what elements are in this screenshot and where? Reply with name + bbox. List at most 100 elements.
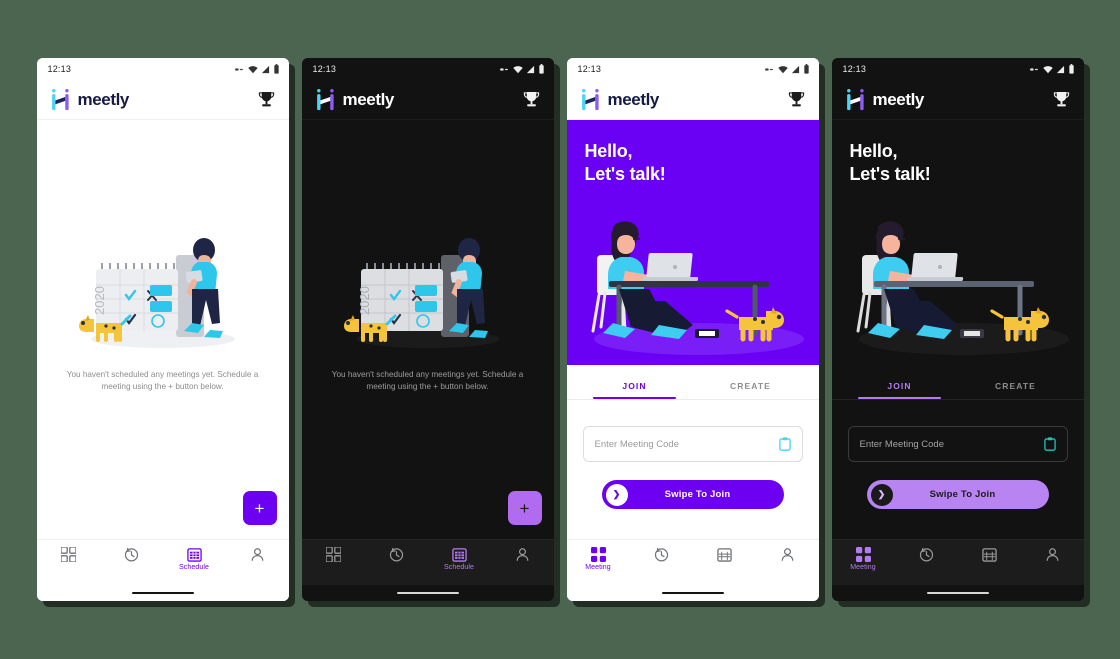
grid-icon xyxy=(325,547,341,562)
battery-icon xyxy=(273,64,279,74)
empty-state: 2020 You haven't scheduled any meetings … xyxy=(37,120,289,539)
nav-item-apps[interactable] xyxy=(309,547,357,562)
gesture-bar xyxy=(36,585,289,601)
nav-item-meeting[interactable]: Meeting xyxy=(574,547,622,571)
status-clock: 12:13 xyxy=(312,64,337,74)
meeting-code-placeholder: Enter Meeting Code xyxy=(594,438,680,450)
brand-name: meetly xyxy=(77,89,130,109)
status-icons xyxy=(765,64,809,74)
bottom-navigation: Meeting xyxy=(831,539,1084,585)
signal-icon xyxy=(1056,65,1065,73)
battery-icon xyxy=(538,64,544,74)
signal-icon xyxy=(261,65,270,73)
status-clock: 12:13 xyxy=(577,64,602,74)
chevron-right-icon[interactable]: ❯ xyxy=(605,483,628,506)
nav-item-schedule[interactable] xyxy=(965,547,1013,562)
tab-join[interactable]: JOIN xyxy=(842,381,958,399)
calendar-illustration: 2020 xyxy=(78,237,235,348)
status-clock: 12:13 xyxy=(842,64,867,74)
nav-item-history[interactable] xyxy=(637,547,685,562)
grid-icon xyxy=(855,547,871,562)
screen-content: Hello, Let's talk! JOIN CREATE Enter Mee… xyxy=(566,120,819,539)
desk-illustration xyxy=(591,221,804,355)
add-meeting-fab[interactable]: + xyxy=(242,491,277,525)
gesture-bar xyxy=(831,585,1084,601)
desk-illustration xyxy=(856,221,1069,355)
clipboard-icon[interactable] xyxy=(778,437,791,451)
calendar-icon xyxy=(981,548,997,562)
phone-screen-meeting-dark: 12:13 meetly Hello, Let's talk! JOIN CRE… xyxy=(831,58,1084,601)
trophy-icon[interactable] xyxy=(523,91,540,109)
nav-item-history[interactable] xyxy=(372,547,420,562)
brand-name: meetly xyxy=(342,89,395,109)
status-icons xyxy=(235,64,279,74)
nav-item-profile[interactable] xyxy=(763,547,811,562)
phone-screen-schedule-light: light 12:13 meetly xyxy=(36,58,289,601)
clipboard-icon[interactable] xyxy=(1043,437,1056,451)
bottom-navigation: Meeting xyxy=(566,539,819,585)
calendar-icon xyxy=(186,548,202,562)
trophy-icon[interactable] xyxy=(1053,91,1070,109)
nav-item-meeting[interactable]: Meeting xyxy=(839,547,887,571)
phone-screen-meeting-light: 12:13 meetly Hello, Let's talk! JOIN CRE… xyxy=(566,58,819,601)
history-icon xyxy=(389,547,403,562)
history-icon xyxy=(124,547,138,562)
nav-item-schedule[interactable]: Schedule xyxy=(435,547,483,571)
status-bar: 12:13 xyxy=(301,58,554,80)
nav-label-meeting: Meeting xyxy=(850,564,876,571)
app-bar: meetly xyxy=(831,80,1084,120)
nav-label-schedule: Schedule xyxy=(179,564,209,571)
svg-text:2020: 2020 xyxy=(357,286,372,315)
nav-item-profile[interactable] xyxy=(233,547,281,562)
wifi-icon xyxy=(512,65,523,73)
screen-content: Hello, Let's talk! JOIN CREATE Enter Mee… xyxy=(831,120,1084,539)
tab-join[interactable]: JOIN xyxy=(577,381,693,399)
hero-banner: Hello, Let's talk! xyxy=(566,120,819,365)
app-bar: meetly xyxy=(566,80,819,120)
tabs-divider xyxy=(566,399,819,400)
nav-item-history[interactable] xyxy=(902,547,950,562)
hero-greeting-line2: Let's talk! xyxy=(849,164,931,185)
nav-item-profile[interactable] xyxy=(498,547,546,562)
nav-item-schedule[interactable] xyxy=(700,547,748,562)
meetly-logo-icon xyxy=(51,88,69,110)
trophy-icon[interactable] xyxy=(258,91,275,109)
bottom-navigation: Schedule xyxy=(301,539,554,585)
trophy-icon[interactable] xyxy=(788,91,805,109)
nav-item-schedule[interactable]: Schedule xyxy=(170,547,218,571)
nav-item-profile[interactable] xyxy=(1028,547,1076,562)
nav-item-history[interactable] xyxy=(107,547,155,562)
wifi-icon xyxy=(1042,65,1053,73)
swipe-to-join-button[interactable]: ❯ Swipe To Join xyxy=(601,480,784,509)
tab-create[interactable]: CREATE xyxy=(693,381,809,399)
status-bar: 12:13 xyxy=(831,58,1084,80)
tab-create[interactable]: CREATE xyxy=(958,381,1074,399)
swipe-to-join-label: Swipe To Join xyxy=(664,489,731,500)
meeting-code-input[interactable]: Enter Meeting Code xyxy=(847,426,1068,462)
wifi-icon xyxy=(777,65,788,73)
signal-icon xyxy=(791,65,800,73)
status-icons xyxy=(500,64,544,74)
tabs-divider xyxy=(831,399,1084,400)
app-bar: meetly xyxy=(36,80,289,120)
gesture-bar xyxy=(566,585,819,601)
link-icon xyxy=(235,67,243,71)
screen-content: 2020 You haven't scheduled any meetings … xyxy=(36,120,289,539)
nav-label-schedule: Schedule xyxy=(444,564,474,571)
meetly-logo-icon xyxy=(316,88,334,110)
nav-item-apps[interactable] xyxy=(44,547,92,562)
meeting-code-placeholder: Enter Meeting Code xyxy=(859,438,945,450)
bottom-navigation: Schedule xyxy=(36,539,289,585)
wifi-icon xyxy=(247,65,258,73)
empty-state-text: You haven't scheduled any meetings yet. … xyxy=(331,369,524,391)
swipe-to-join-button[interactable]: ❯ Swipe To Join xyxy=(866,480,1049,509)
hero-greeting-line2: Let's talk! xyxy=(584,164,666,185)
status-icons xyxy=(1030,64,1074,74)
brand: meetly xyxy=(315,88,394,112)
status-clock: 12:13 xyxy=(47,64,72,74)
meeting-code-input[interactable]: Enter Meeting Code xyxy=(582,426,803,462)
calendar-icon xyxy=(716,548,732,562)
status-bar: light 12:13 xyxy=(36,58,289,80)
chevron-right-icon[interactable]: ❯ xyxy=(870,483,893,506)
add-meeting-fab[interactable]: + xyxy=(507,491,542,525)
